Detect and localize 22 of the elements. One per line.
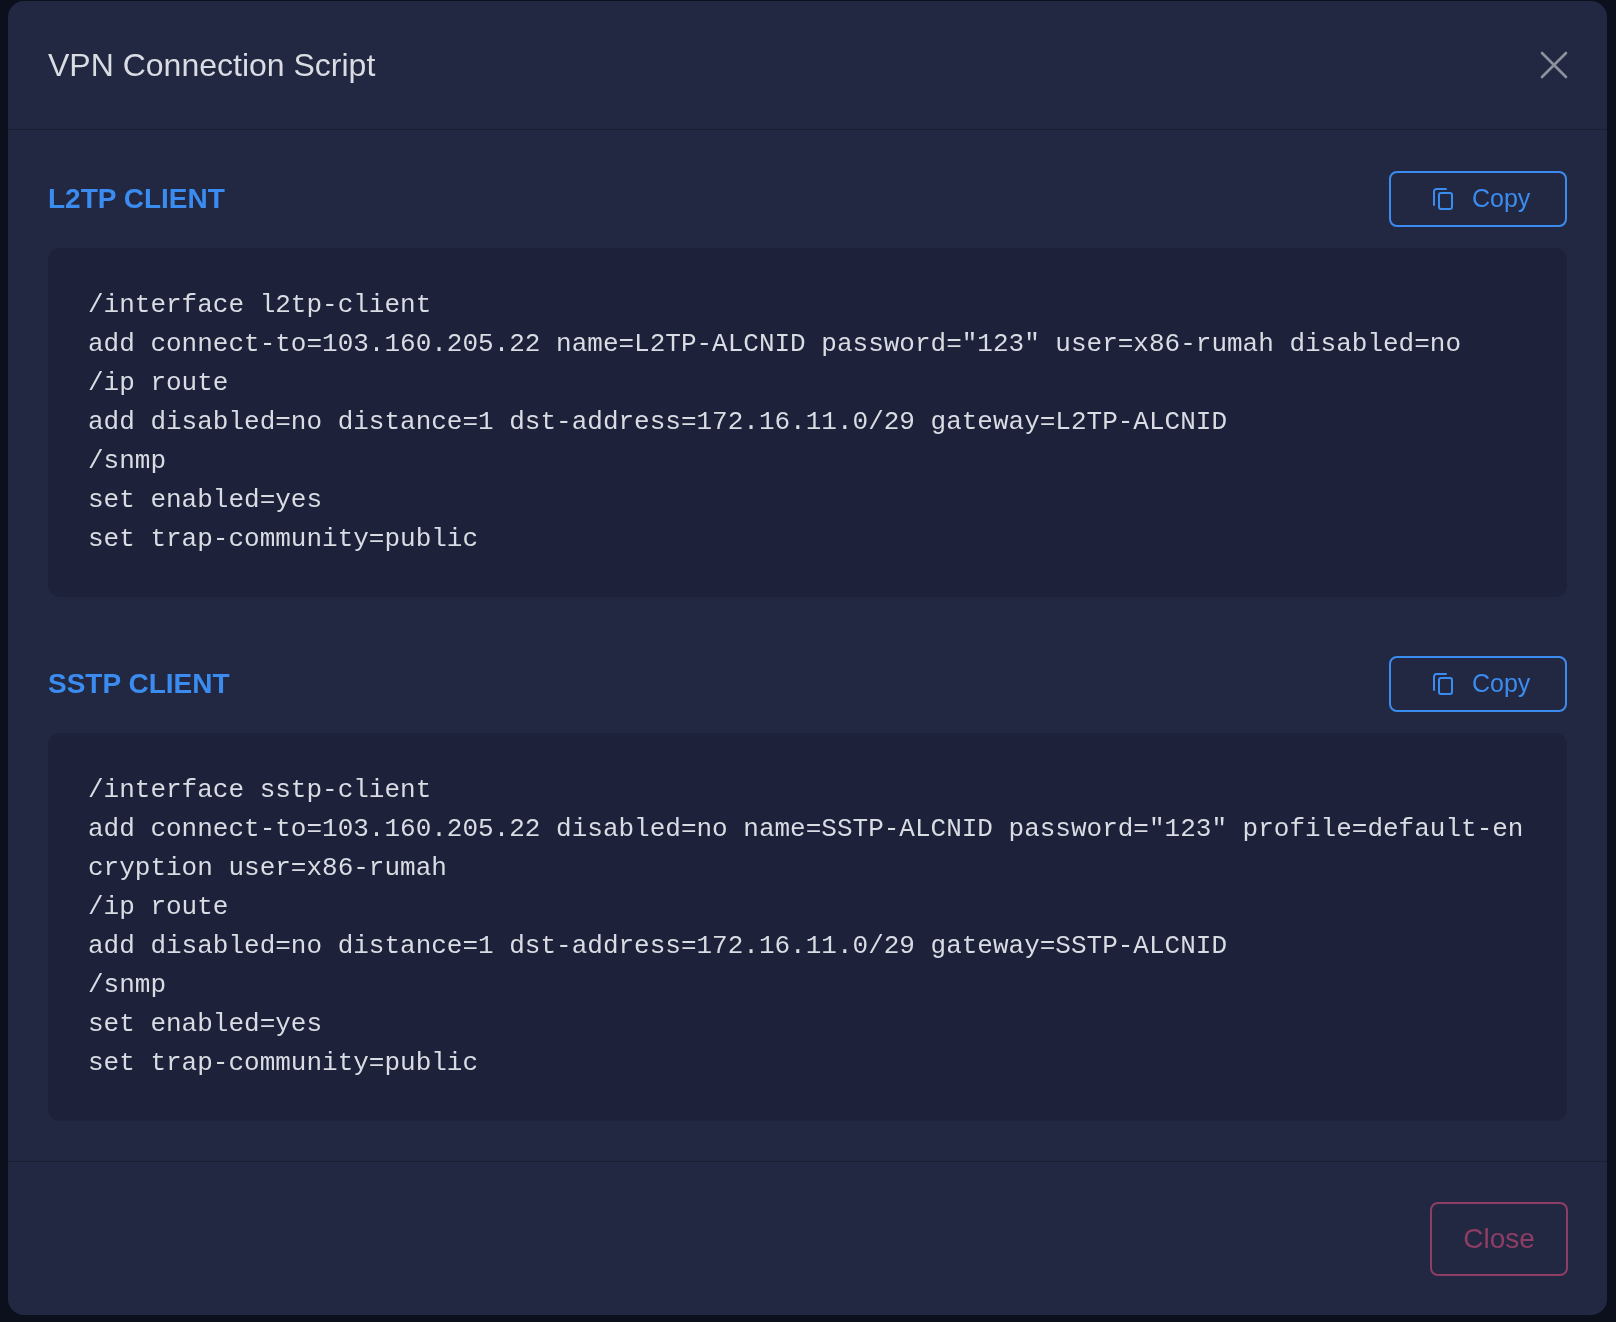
code-line: /ip route	[88, 891, 230, 924]
code-line: add connect-to=103.160.205.22 name=L2TP-ALCNID password="123" user=x86-rumah disabled=no	[88, 328, 1463, 361]
code-line: add disabled=no distance=1 dst-address=172.16.11.0/29 gateway=L2TP-ALCNID	[88, 406, 1228, 439]
code-line: /snmp	[88, 445, 167, 478]
code-line: /interface l2tp-client	[88, 289, 433, 322]
copy-button[interactable]: Copy	[1389, 656, 1567, 712]
code-line: add connect-to=103.160.205.22 disabled=no name=SSTP-ALCNID password="123" profile=default-encryption user=x86-rumah	[88, 813, 1525, 885]
code-line: /ip route	[88, 367, 230, 400]
section-title: L2TP CLIENT	[48, 182, 225, 216]
code-line: /interface sstp-client	[88, 774, 433, 807]
code-line: set enabled=yes	[88, 484, 324, 517]
code-line: /snmp	[88, 969, 167, 1002]
copy-icon	[1433, 188, 1453, 210]
section-title: SSTP CLIENT	[48, 667, 230, 701]
copy-button[interactable]: Copy	[1389, 171, 1567, 227]
code-line: add disabled=no distance=1 dst-address=172.16.11.0/29 gateway=SSTP-ALCNID	[88, 930, 1228, 963]
code-line: set trap-community=public	[88, 1047, 480, 1080]
dialog-title: VPN Connection Script	[48, 45, 376, 85]
close-icon[interactable]	[1540, 51, 1568, 79]
code-line: set enabled=yes	[88, 1008, 324, 1041]
code-line: set trap-community=public	[88, 523, 480, 556]
copy-icon	[1433, 673, 1453, 695]
